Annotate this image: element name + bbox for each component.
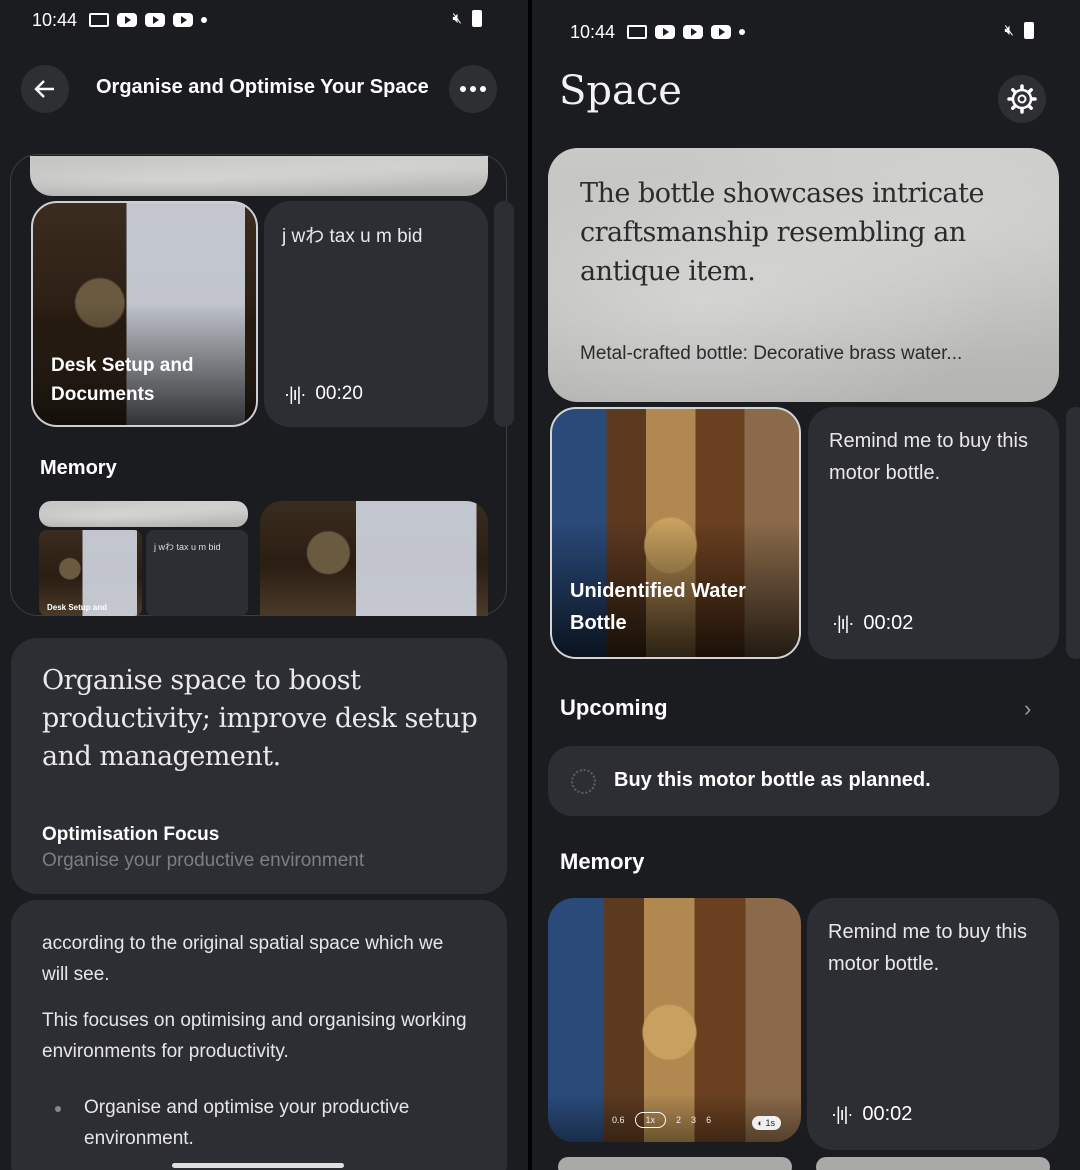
insight-hero-card[interactable]: The bottle showcases intricate craftsman… [548, 148, 1059, 402]
audio-duration: ·|ı|· 00:20 [284, 383, 363, 405]
memory-photo-card[interactable]: 0.6 1x 2 3 6 ◐ 1s [548, 898, 801, 1142]
home-indicator[interactable] [172, 1163, 344, 1168]
timer-text: 1s [765, 1118, 775, 1128]
hero-caption: Metal-crafted bottle: Decorative brass w… [580, 343, 963, 364]
youtube-icon [173, 13, 194, 27]
voice-note-card[interactable]: j wわ tax u m bid ·|ı|· 00:20 [264, 201, 488, 427]
zoom-level: 0.6 [612, 1115, 625, 1125]
mini-note-card[interactable]: j wわ tax u m bid [146, 530, 248, 616]
mini-peek-card[interactable] [39, 501, 248, 527]
duration-text: 00:02 [863, 612, 914, 634]
reminder-note-card[interactable]: Remind me to buy this motor bottle. ·|ı|… [808, 407, 1059, 659]
battery-icon [1024, 22, 1034, 39]
status-right: 🔇︎ [1005, 22, 1034, 39]
audio-duration: ·|ı|· 00:02 [831, 1103, 912, 1126]
next-card-peek[interactable] [494, 201, 514, 427]
focus-label: Optimisation Focus [42, 824, 220, 845]
note-text: j wわ tax u m bid [282, 226, 423, 247]
more-icon [460, 86, 486, 92]
page-title: Organise and Optimise Your Space [96, 76, 429, 98]
gear-icon [1007, 84, 1037, 114]
cast-icon [89, 13, 110, 27]
note-text: Remind me to buy this motor bottle. [829, 430, 1028, 484]
notification-dot-icon [739, 29, 746, 35]
card-title: Desk Setup and Documents [51, 355, 194, 405]
detail-card: according to the original spatial space … [11, 900, 507, 1170]
cast-icon [627, 25, 648, 39]
youtube-icon [145, 13, 166, 27]
settings-button[interactable] [998, 75, 1046, 123]
detail-paragraph-1: according to the original spatial space … [42, 933, 444, 985]
zoom-level: 3 [691, 1115, 697, 1125]
water-bottle-card[interactable]: Unidentified Water Bottle [550, 407, 801, 659]
more-options-button[interactable] [449, 65, 497, 113]
back-button[interactable] [21, 65, 69, 113]
upcoming-chevron-icon[interactable]: › [1024, 696, 1031, 722]
duration-text: 00:02 [862, 1103, 913, 1125]
zoom-level-active: 1x [634, 1112, 667, 1128]
notification-dot-icon [201, 17, 208, 23]
memory-heading: Memory [560, 849, 645, 874]
duration-text: 00:20 [315, 383, 363, 404]
zoom-selector: 0.6 1x 2 3 6 [612, 1112, 711, 1128]
status-time: 10:44 [570, 21, 616, 42]
memory-heading: Memory [40, 457, 117, 479]
next-row-peek-card[interactable] [816, 1157, 1050, 1170]
mute-icon: 🔇︎ [452, 10, 462, 27]
audio-wave-icon: ·|ı|· [832, 613, 854, 633]
status-bar: 10:44 🔇︎ [532, 20, 1080, 44]
desk-setup-card[interactable]: Desk Setup and Documents [31, 201, 258, 427]
next-row-peek-card[interactable] [558, 1157, 792, 1170]
bullet-dot [55, 1106, 61, 1112]
mute-icon: 🔇︎ [1004, 22, 1014, 39]
youtube-icon [711, 25, 732, 39]
summary-card: Organise space to boost productivity; im… [11, 638, 507, 894]
status-bar: 10:44 🔇︎ [0, 8, 528, 32]
audio-duration: ·|ı|· 00:02 [832, 612, 913, 635]
memory-note-card[interactable]: Remind me to buy this motor bottle. ·|ı|… [807, 898, 1059, 1150]
memory-note-text: Remind me to buy this motor bottle. [828, 921, 1027, 975]
detail-bullet-1: Organise and optimise your productive en… [84, 1097, 410, 1149]
mini-desk-card[interactable]: Desk Setup and [39, 530, 142, 616]
card-title: Unidentified Water Bottle [570, 580, 746, 634]
next-card-peek[interactable] [1066, 407, 1080, 659]
upcoming-heading: Upcoming [560, 695, 668, 720]
upcoming-item[interactable]: Buy this motor bottle as planned. [548, 746, 1059, 816]
summary-headline: Organise space to boost productivity; im… [42, 665, 478, 772]
mini-card-title: Desk Setup and [47, 603, 108, 612]
top-peek-card[interactable] [30, 156, 488, 196]
battery-icon [472, 10, 482, 27]
left-screen: 10:44 🔇︎ Organise and Optimise Your Spac… [0, 0, 528, 1170]
status-time: 10:44 [32, 9, 78, 30]
upcoming-item-text: Buy this motor bottle as planned. [614, 769, 931, 791]
page-title: Space [559, 68, 682, 114]
status-right: 🔇︎ [453, 10, 482, 27]
youtube-icon [655, 25, 676, 39]
detail-paragraph-2: This focuses on optimising and organisin… [42, 1010, 467, 1062]
youtube-icon [117, 13, 138, 27]
timer-badge: ◐ 1s [751, 1116, 781, 1130]
back-arrow-icon [34, 80, 54, 98]
zoom-level: 2 [676, 1115, 682, 1125]
audio-wave-icon: ·|ı|· [831, 1104, 853, 1124]
memory-photo-card[interactable] [260, 501, 488, 616]
zoom-level: 6 [706, 1115, 712, 1125]
right-screen: 10:44 🔇︎ Space The bottle showcases intr… [532, 0, 1080, 1170]
task-checkbox-icon[interactable] [571, 769, 596, 794]
youtube-icon [683, 25, 704, 39]
audio-wave-icon: ·|ı|· [284, 383, 306, 404]
focus-value: Organise your productive environment [42, 850, 365, 871]
hero-quote: The bottle showcases intricate craftsman… [580, 178, 984, 287]
mini-card-text: j wわ tax u m bid [154, 542, 221, 552]
